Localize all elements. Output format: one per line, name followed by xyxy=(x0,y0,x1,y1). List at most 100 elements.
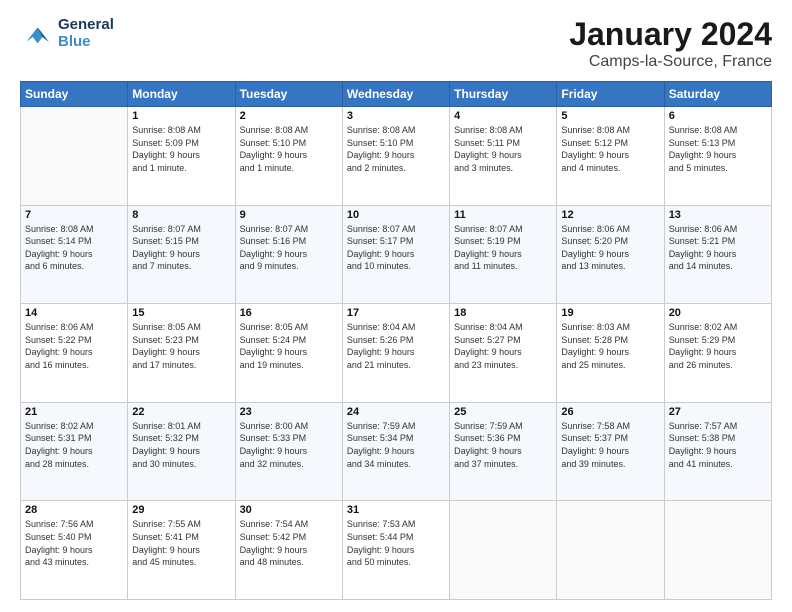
calendar-cell: 6 Sunrise: 8:08 AM Sunset: 5:13 PM Daylig… xyxy=(664,107,771,206)
day-info: Sunrise: 7:59 AM Sunset: 5:34 PM Dayligh… xyxy=(347,420,445,470)
calendar-cell: 4Sunrise: 8:08 AM Sunset: 5:11 PM Daylig… xyxy=(450,107,557,206)
calendar-cell: 2Sunrise: 8:08 AM Sunset: 5:10 PM Daylig… xyxy=(235,107,342,206)
calendar-cell xyxy=(557,501,664,600)
calendar-cell xyxy=(450,501,557,600)
day-info: Sunrise: 7:59 AM Sunset: 5:36 PM Dayligh… xyxy=(454,420,552,470)
day-info: Sunrise: 7:56 AM Sunset: 5:40 PM Dayligh… xyxy=(25,518,123,568)
calendar-cell: 26 Sunrise: 7:58 AM Sunset: 5:37 PM Dayli… xyxy=(557,402,664,501)
day-number: 1 xyxy=(132,110,230,122)
calendar-cell: 9 Sunrise: 8:07 AM Sunset: 5:16 PM Daylig… xyxy=(235,205,342,304)
day-number: 19 xyxy=(561,307,659,319)
day-info: Sunrise: 8:00 AM Sunset: 5:33 PM Dayligh… xyxy=(240,420,338,470)
day-info: Sunrise: 7:55 AM Sunset: 5:41 PM Dayligh… xyxy=(132,518,230,568)
day-info: Sunrise: 7:54 AM Sunset: 5:42 PM Dayligh… xyxy=(240,518,338,568)
col-header-tuesday: Tuesday xyxy=(235,82,342,107)
calendar-cell: 17 Sunrise: 8:04 AM Sunset: 5:26 PM Dayli… xyxy=(342,304,449,403)
title-block: January 2024 Camps-la-Source, France xyxy=(569,16,772,71)
day-number: 31 xyxy=(347,504,445,516)
calendar-cell: 5Sunrise: 8:08 AM Sunset: 5:12 PM Daylig… xyxy=(557,107,664,206)
day-number: 23 xyxy=(240,406,338,418)
calendar-cell xyxy=(21,107,128,206)
day-number: 14 xyxy=(25,307,123,319)
day-number: 13 xyxy=(669,209,767,221)
calendar-cell: 15 Sunrise: 8:05 AM Sunset: 5:23 PM Dayli… xyxy=(128,304,235,403)
day-info: Sunrise: 7:57 AM Sunset: 5:38 PM Dayligh… xyxy=(669,420,767,470)
day-number: 27 xyxy=(669,406,767,418)
logo-icon xyxy=(20,19,52,47)
calendar-cell: 28 Sunrise: 7:56 AM Sunset: 5:40 PM Dayli… xyxy=(21,501,128,600)
col-header-wednesday: Wednesday xyxy=(342,82,449,107)
calendar-week-row: 1 Sunrise: 8:08 AM Sunset: 5:09 PM Daylig… xyxy=(21,107,772,206)
day-info: Sunrise: 8:08 AM Sunset: 5:14 PM Dayligh… xyxy=(25,223,123,273)
day-number: 24 xyxy=(347,406,445,418)
day-info: Sunrise: 8:06 AM Sunset: 5:22 PM Dayligh… xyxy=(25,321,123,371)
day-info: Sunrise: 8:03 AM Sunset: 5:28 PM Dayligh… xyxy=(561,321,659,371)
day-info: Sunrise: 8:07 AM Sunset: 5:16 PM Dayligh… xyxy=(240,223,338,273)
day-number: 29 xyxy=(132,504,230,516)
calendar-cell: 25Sunrise: 7:59 AM Sunset: 5:36 PM Dayli… xyxy=(450,402,557,501)
logo: General Blue xyxy=(20,16,114,50)
day-number: 22 xyxy=(132,406,230,418)
calendar-cell xyxy=(664,501,771,600)
calendar-cell: 11Sunrise: 8:07 AM Sunset: 5:19 PM Dayli… xyxy=(450,205,557,304)
day-number: 5 xyxy=(561,110,659,122)
calendar-cell: 22 Sunrise: 8:01 AM Sunset: 5:32 PM Dayli… xyxy=(128,402,235,501)
day-info: Sunrise: 8:05 AM Sunset: 5:23 PM Dayligh… xyxy=(132,321,230,371)
col-header-saturday: Saturday xyxy=(664,82,771,107)
day-info: Sunrise: 8:08 AM Sunset: 5:10 PM Dayligh… xyxy=(240,124,338,174)
day-info: Sunrise: 8:06 AM Sunset: 5:21 PM Dayligh… xyxy=(669,223,767,273)
calendar-cell: 27 Sunrise: 7:57 AM Sunset: 5:38 PM Dayli… xyxy=(664,402,771,501)
day-number: 10 xyxy=(347,209,445,221)
calendar-cell: 8Sunrise: 8:07 AM Sunset: 5:15 PM Daylig… xyxy=(128,205,235,304)
day-number: 17 xyxy=(347,307,445,319)
calendar-cell: 1 Sunrise: 8:08 AM Sunset: 5:09 PM Daylig… xyxy=(128,107,235,206)
day-info: Sunrise: 8:07 AM Sunset: 5:17 PM Dayligh… xyxy=(347,223,445,273)
calendar-cell: 21 Sunrise: 8:02 AM Sunset: 5:31 PM Dayli… xyxy=(21,402,128,501)
day-info: Sunrise: 8:08 AM Sunset: 5:09 PM Dayligh… xyxy=(132,124,230,174)
day-number: 26 xyxy=(561,406,659,418)
calendar-cell: 24 Sunrise: 7:59 AM Sunset: 5:34 PM Dayli… xyxy=(342,402,449,501)
day-number: 21 xyxy=(25,406,123,418)
day-info: Sunrise: 8:08 AM Sunset: 5:10 PM Dayligh… xyxy=(347,124,445,174)
calendar-week-row: 7 Sunrise: 8:08 AM Sunset: 5:14 PM Daylig… xyxy=(21,205,772,304)
calendar-cell: 7 Sunrise: 8:08 AM Sunset: 5:14 PM Daylig… xyxy=(21,205,128,304)
calendar-week-row: 28 Sunrise: 7:56 AM Sunset: 5:40 PM Dayli… xyxy=(21,501,772,600)
col-header-sunday: Sunday xyxy=(21,82,128,107)
day-number: 7 xyxy=(25,209,123,221)
calendar-week-row: 14 Sunrise: 8:06 AM Sunset: 5:22 PM Dayli… xyxy=(21,304,772,403)
calendar-header-row: SundayMondayTuesdayWednesdayThursdayFrid… xyxy=(21,82,772,107)
day-info: Sunrise: 8:02 AM Sunset: 5:31 PM Dayligh… xyxy=(25,420,123,470)
day-info: Sunrise: 8:02 AM Sunset: 5:29 PM Dayligh… xyxy=(669,321,767,371)
day-number: 18 xyxy=(454,307,552,319)
day-info: Sunrise: 8:04 AM Sunset: 5:26 PM Dayligh… xyxy=(347,321,445,371)
day-number: 6 xyxy=(669,110,767,122)
calendar-cell: 30Sunrise: 7:54 AM Sunset: 5:42 PM Dayli… xyxy=(235,501,342,600)
calendar-cell: 14 Sunrise: 8:06 AM Sunset: 5:22 PM Dayli… xyxy=(21,304,128,403)
calendar-cell: 18 Sunrise: 8:04 AM Sunset: 5:27 PM Dayli… xyxy=(450,304,557,403)
main-title: January 2024 xyxy=(569,16,772,53)
subtitle: Camps-la-Source, France xyxy=(569,53,772,71)
day-info: Sunrise: 8:04 AM Sunset: 5:27 PM Dayligh… xyxy=(454,321,552,371)
col-header-monday: Monday xyxy=(128,82,235,107)
calendar-cell: 10 Sunrise: 8:07 AM Sunset: 5:17 PM Dayli… xyxy=(342,205,449,304)
day-number: 28 xyxy=(25,504,123,516)
day-info: Sunrise: 8:07 AM Sunset: 5:15 PM Dayligh… xyxy=(132,223,230,273)
calendar-cell: 20 Sunrise: 8:02 AM Sunset: 5:29 PM Dayli… xyxy=(664,304,771,403)
calendar-table: SundayMondayTuesdayWednesdayThursdayFrid… xyxy=(20,81,772,600)
day-number: 11 xyxy=(454,209,552,221)
calendar-cell: 29 Sunrise: 7:55 AM Sunset: 5:41 PM Dayli… xyxy=(128,501,235,600)
calendar-cell: 19 Sunrise: 8:03 AM Sunset: 5:28 PM Dayli… xyxy=(557,304,664,403)
day-info: Sunrise: 8:01 AM Sunset: 5:32 PM Dayligh… xyxy=(132,420,230,470)
header: General Blue January 2024 Camps-la-Sourc… xyxy=(20,16,772,71)
calendar-cell: 12Sunrise: 8:06 AM Sunset: 5:20 PM Dayli… xyxy=(557,205,664,304)
day-number: 16 xyxy=(240,307,338,319)
day-info: Sunrise: 7:58 AM Sunset: 5:37 PM Dayligh… xyxy=(561,420,659,470)
day-number: 9 xyxy=(240,209,338,221)
day-number: 20 xyxy=(669,307,767,319)
day-info: Sunrise: 8:08 AM Sunset: 5:13 PM Dayligh… xyxy=(669,124,767,174)
calendar-week-row: 21 Sunrise: 8:02 AM Sunset: 5:31 PM Dayli… xyxy=(21,402,772,501)
day-number: 4 xyxy=(454,110,552,122)
day-info: Sunrise: 8:06 AM Sunset: 5:20 PM Dayligh… xyxy=(561,223,659,273)
day-info: Sunrise: 7:53 AM Sunset: 5:44 PM Dayligh… xyxy=(347,518,445,568)
day-number: 15 xyxy=(132,307,230,319)
